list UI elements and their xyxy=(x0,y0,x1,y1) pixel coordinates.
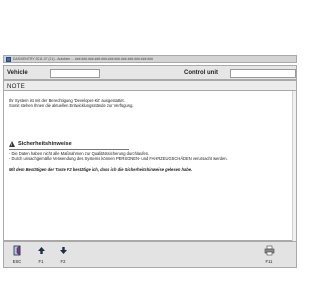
application-window: DAS/XENTRY 2011.07 (21) - Autofahr ... #… xyxy=(0,0,300,300)
arrow-up-icon xyxy=(35,244,47,256)
title-bar: DAS/XENTRY 2011.07 (21) - Autofahr ... #… xyxy=(3,55,297,63)
warning-divider xyxy=(9,149,129,150)
f1-button[interactable]: F1 xyxy=(32,244,50,266)
control-unit-label: Control unit xyxy=(184,70,218,76)
note-header: NOTE xyxy=(3,80,297,91)
note-title: NOTE xyxy=(7,83,25,90)
control-unit-field xyxy=(230,69,296,78)
note-content: Ihr System ist mit der Berechtigung 'Dev… xyxy=(3,91,297,241)
f2-button[interactable]: F2 xyxy=(54,244,72,266)
window-title: DAS/XENTRY 2011.07 (21) - Autofahr ... #… xyxy=(13,57,154,61)
vehicle-field xyxy=(50,69,100,78)
f2-key-label: F2 xyxy=(60,259,66,264)
confirmation-text: Mit dem Bestätigen der Taste F2 bestätig… xyxy=(9,167,193,172)
warning-triangle-icon xyxy=(9,141,15,147)
esc-key-label: ESC xyxy=(12,259,22,264)
vertical-scrollbar[interactable] xyxy=(292,91,296,241)
vehicle-label: Vehicle xyxy=(7,70,28,76)
vehicle-info-bar: Vehicle Control unit xyxy=(3,65,297,80)
esc-button[interactable]: ESC xyxy=(8,244,26,266)
exit-door-icon xyxy=(11,244,23,256)
safety-warning-heading: Sicherheitshinweise xyxy=(9,141,72,147)
function-key-toolbar: ESC F1 F2 F11 xyxy=(3,241,297,268)
app-icon xyxy=(6,56,11,62)
f1-key-label: F1 xyxy=(38,259,44,264)
warning-title: Sicherheitshinweise xyxy=(18,141,72,147)
printer-icon xyxy=(263,244,275,256)
warning-bullet-2: - Durch unsachgemäße Verwendung des Syst… xyxy=(9,156,228,161)
info-line-2: Somit stehen Ihnen die aktuellen Entwick… xyxy=(9,103,134,108)
f11-button[interactable]: F11 xyxy=(260,244,278,266)
f11-key-label: F11 xyxy=(265,259,273,264)
arrow-down-icon xyxy=(57,244,69,256)
